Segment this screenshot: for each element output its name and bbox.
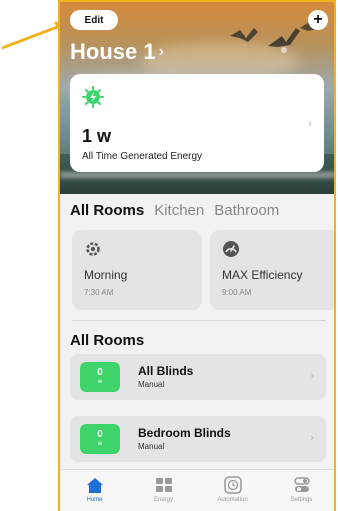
energy-label: All Time Generated Energy [82, 151, 203, 162]
chevron-right-icon: › [310, 370, 314, 382]
tabbar-item-settings[interactable]: Settings [272, 475, 332, 503]
scene-card-max-efficiency[interactable]: MAX Efficiency 9:00 AM [210, 230, 334, 310]
toggles-icon [293, 477, 310, 492]
chevron-right-icon: › [310, 432, 314, 444]
scene-name: Morning [84, 268, 128, 282]
house-title: House 1 [70, 39, 156, 64]
tabbar-label: Home [86, 497, 103, 503]
section-title: All Rooms [70, 332, 145, 349]
room-mode: Manual [138, 380, 165, 389]
house-icon [86, 478, 103, 493]
tabbar-label: Settings [290, 497, 313, 503]
scene-time: 7:30 AM [84, 288, 114, 297]
tabbar-item-home[interactable]: Home [65, 475, 125, 503]
clock-icon [223, 476, 242, 494]
gear-icon [86, 242, 100, 256]
scene-card-morning[interactable]: Morning 7:30 AM [72, 230, 202, 310]
chevron-right-icon: › [158, 43, 164, 60]
power-unit: w [97, 441, 103, 447]
hero-banner: Edit + House 1 › 1 w All Time Generated … [60, 2, 334, 194]
room-tabs: All Rooms Kitchen Bathroom [70, 202, 279, 219]
tab-kitchen[interactable]: Kitchen [154, 202, 204, 219]
room-name: All Blinds [138, 364, 194, 378]
hero-foam [60, 172, 334, 178]
room-mode: Manual [138, 442, 165, 451]
edit-button[interactable]: Edit [70, 10, 118, 30]
bolt-icon [82, 86, 104, 108]
tabbar-item-automation[interactable]: Automation [203, 475, 263, 503]
add-button[interactable]: + [308, 10, 328, 30]
power-value: 0 [97, 367, 103, 378]
power-unit: w [97, 379, 103, 385]
energy-value: 1 w [82, 126, 112, 146]
scene-time: 9:00 AM [222, 288, 252, 297]
grid-icon [155, 478, 172, 492]
bottom-tab-bar: Home Energy Automation Settings [60, 469, 334, 511]
divider [72, 320, 326, 321]
chevron-right-icon: › [308, 116, 312, 130]
house-selector[interactable]: House 1 › [70, 39, 164, 65]
power-tile: 0 w [80, 362, 120, 392]
room-row-all-blinds[interactable]: 0 w All Blinds Manual › [70, 354, 326, 400]
room-name: Bedroom Blinds [138, 426, 231, 440]
room-row-bedroom-blinds[interactable]: 0 w Bedroom Blinds Manual › [70, 416, 326, 462]
tabbar-item-energy[interactable]: Energy [134, 475, 194, 503]
tab-all-rooms[interactable]: All Rooms [70, 202, 144, 219]
gauge-icon [223, 241, 239, 257]
tabbar-label: Energy [153, 497, 173, 503]
power-value: 0 [97, 429, 103, 440]
energy-card[interactable]: 1 w All Time Generated Energy › [70, 74, 324, 172]
scene-name: MAX Efficiency [222, 268, 303, 282]
phone-screen: Edit + House 1 › 1 w All Time Generated … [58, 0, 336, 511]
tab-bathroom[interactable]: Bathroom [214, 202, 279, 219]
tabbar-label: Automation [217, 497, 248, 503]
power-tile: 0 w [80, 424, 120, 454]
